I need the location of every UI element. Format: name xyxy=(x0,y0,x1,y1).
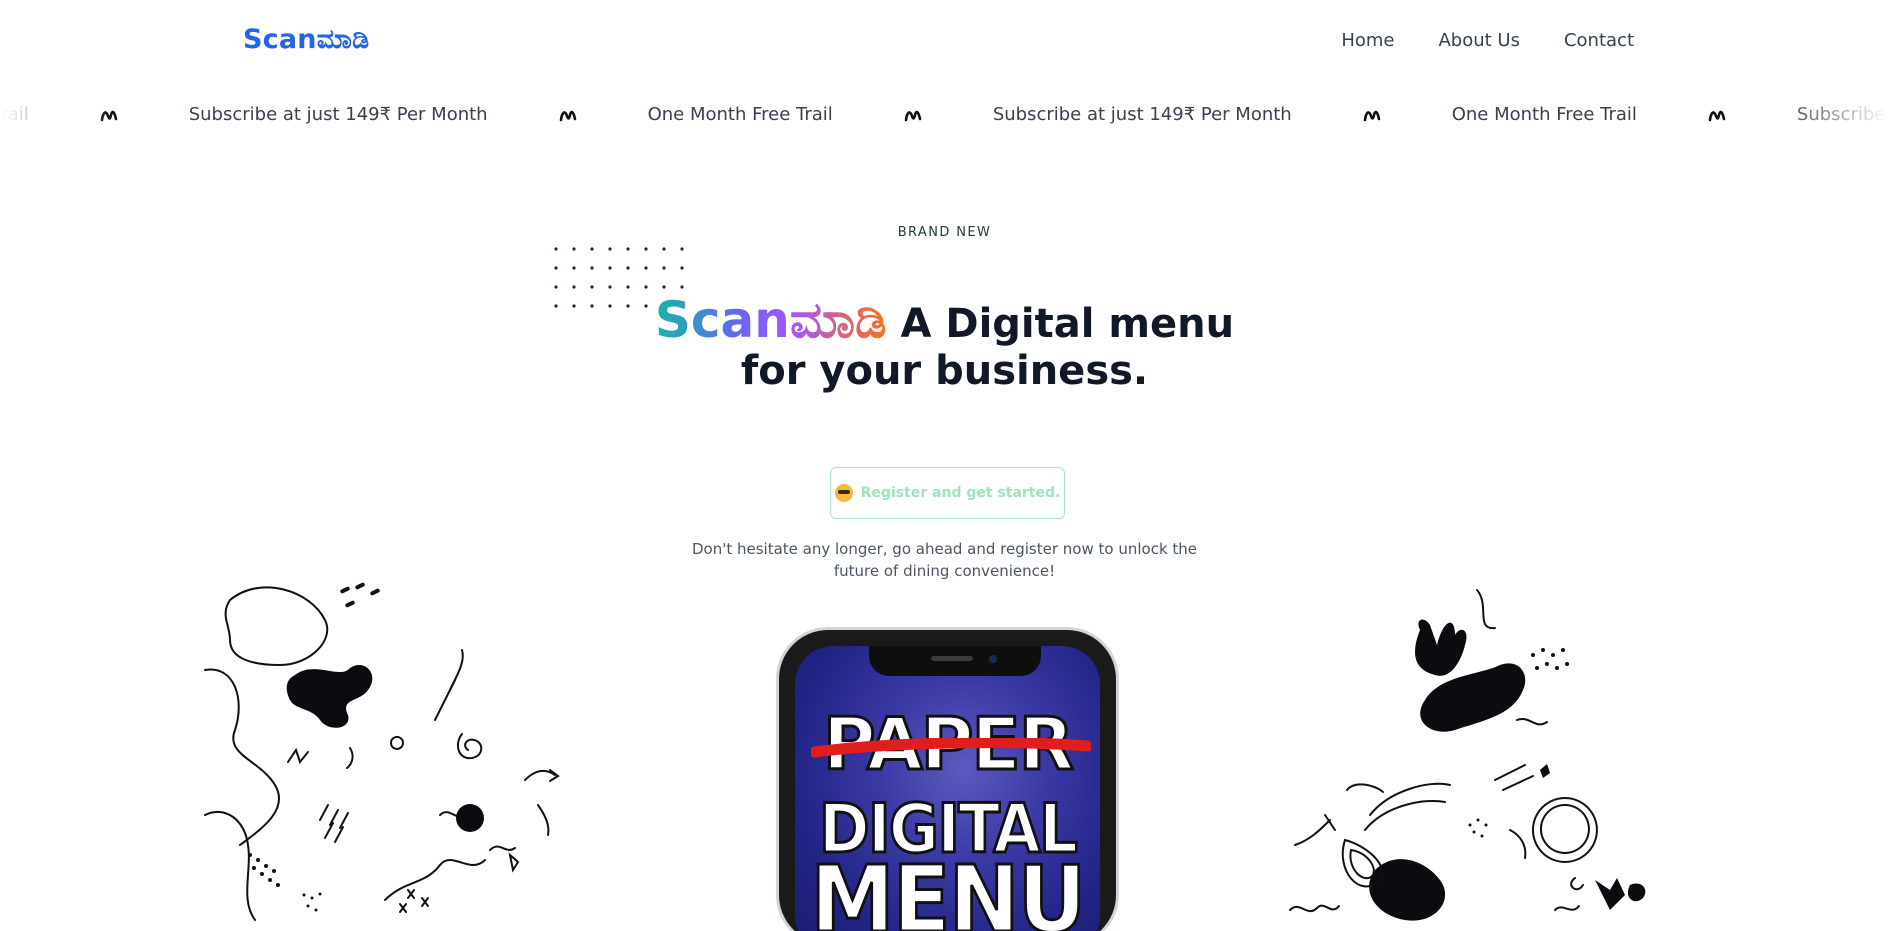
phone-speaker xyxy=(931,656,973,661)
register-button-label: Register and get started. xyxy=(860,485,1061,501)
hero-subtext-line-1: Don't hesitate any longer, go ahead and … xyxy=(691,540,1198,558)
nav-link-contact[interactable]: Contact xyxy=(1564,30,1634,51)
nav-link-about-us[interactable]: About Us xyxy=(1438,30,1520,51)
marquee-track: Free Trail Subscribe at just 149₹ Per Mo… xyxy=(0,104,1889,125)
scribble-logo-icon xyxy=(488,107,648,123)
eyebrow-label: BRAND NEW xyxy=(897,225,992,240)
register-button[interactable]: Register and get started. xyxy=(830,467,1065,519)
hero-subtext-line-2: future of dining convenience! xyxy=(833,562,1056,580)
scribble-logo-icon xyxy=(29,107,189,123)
phone-word-menu: MENU xyxy=(809,846,1088,931)
hero-headline: Scanಮಾಡಿ A Digital menu for your busines… xyxy=(0,295,1889,394)
red-strike-mark xyxy=(811,738,1091,758)
marquee-item: Free Trail xyxy=(0,104,29,125)
nav-menu: Home About Us Contact xyxy=(1341,30,1634,51)
right-doodle-illustration xyxy=(1289,589,1646,921)
phone-camera xyxy=(989,655,997,663)
cool-face-emoji-icon xyxy=(834,484,853,502)
marquee-item: One Month Free Trail xyxy=(647,104,833,125)
headline-line-2: for your business. xyxy=(740,348,1149,394)
marquee-item: Subscribe at just 149₹ Per Month xyxy=(188,104,488,125)
phone-notch xyxy=(869,646,1041,676)
left-doodle-illustration xyxy=(204,582,560,921)
nav-link-home[interactable]: Home xyxy=(1341,30,1394,51)
headline-line-1: Scanಮಾಡಿ A Digital menu xyxy=(0,295,1889,348)
headline-rest: A Digital menu xyxy=(900,301,1235,347)
marquee-item: Subscribe at just 149₹ Per Month xyxy=(992,104,1292,125)
scribble-logo-icon xyxy=(1292,107,1452,123)
phone-screen: PAPER DIGITAL MENU xyxy=(795,646,1100,931)
brand-logo[interactable]: Scanಮಾಡಿ xyxy=(243,24,369,56)
marquee-item: Subscribe at just 149₹ Per Month xyxy=(1796,104,1889,125)
promo-marquee: Free Trail Subscribe at just 149₹ Per Mo… xyxy=(0,96,1889,136)
marquee-item: One Month Free Trail xyxy=(1451,104,1637,125)
scribble-logo-icon xyxy=(1637,107,1797,123)
hero-subtext: Don't hesitate any longer, go ahead and … xyxy=(0,538,1889,582)
headline-brand-gradient: Scanಮಾಡಿ xyxy=(654,291,887,349)
scribble-logo-icon xyxy=(833,107,993,123)
phone-mockup: PAPER DIGITAL MENU xyxy=(776,627,1119,931)
top-navbar: Scanಮಾಡಿ Home About Us Contact xyxy=(0,0,1889,80)
